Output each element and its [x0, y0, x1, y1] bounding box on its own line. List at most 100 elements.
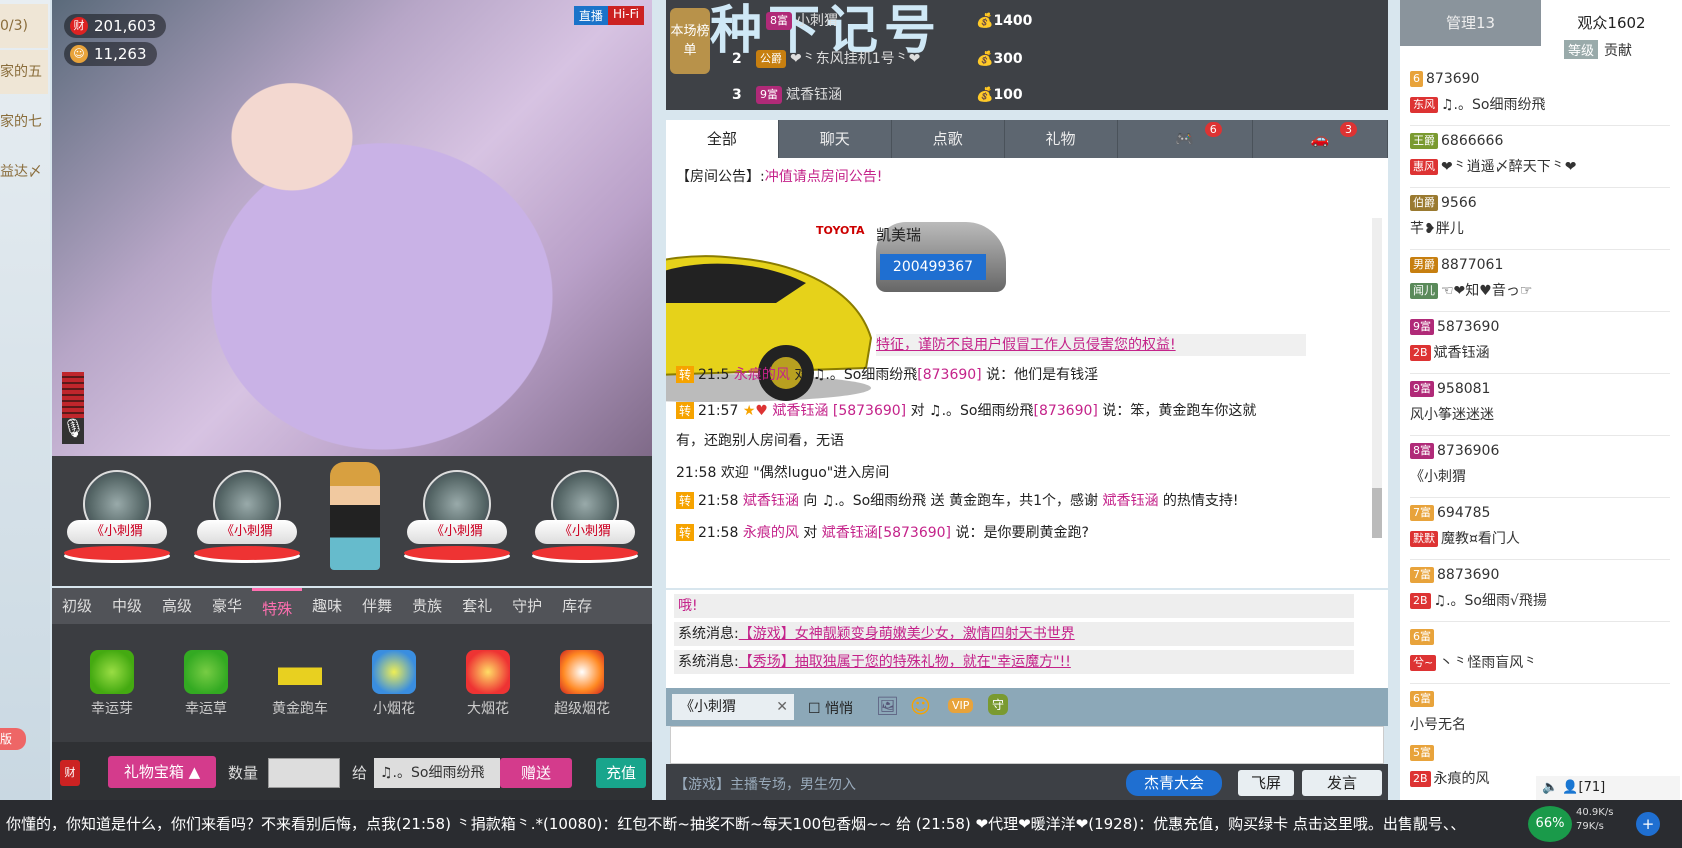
msg-user[interactable]: 斌香钰涵 — [1102, 493, 1158, 509]
announce-link[interactable]: 冲值请点房间公告! — [765, 169, 883, 185]
gift-tab[interactable]: 套礼 — [452, 588, 502, 624]
msg-id[interactable]: [5873690] — [833, 403, 906, 419]
gift-item[interactable]: 小烟花 — [354, 650, 434, 718]
msg-user[interactable]: 斌香钰涵 — [822, 525, 878, 541]
gift-item[interactable]: 幸运芽 — [72, 650, 152, 718]
sort-level[interactable]: 等级 — [1564, 40, 1599, 59]
msg-user[interactable]: 斌香钰涵 — [772, 403, 828, 419]
chat-panel[interactable]: 【房间公告】:冲值请点房间公告! TOYOTA 凯美瑞 200499367 特征… — [666, 158, 1388, 588]
rank-row[interactable]: 3 9富 斌香钰涵 💰100 — [732, 80, 1032, 110]
sofa-seat[interactable]: 《小刺猬 — [402, 470, 512, 570]
scrollbar-thumb[interactable] — [1372, 488, 1382, 538]
gift-item[interactable]: 黄金跑车 — [260, 650, 340, 718]
event-button[interactable]: 杰青大会 — [1126, 770, 1222, 796]
chat-message: 转 21:57 ★♥ 斌香钰涵 [5873690] 对 ♫.。So细雨纷飛[873… — [676, 400, 1256, 420]
image-icon[interactable]: 🖼 — [876, 696, 899, 717]
gift-tab[interactable]: 库存 — [552, 588, 602, 624]
version-tag[interactable]: 版 — [0, 728, 26, 750]
msg-id[interactable]: [5873690] — [878, 525, 951, 541]
gift-tab[interactable]: 守护 — [502, 588, 552, 624]
sofa-seat[interactable]: 《小刺猬 — [192, 470, 302, 570]
msg-time: 21:5 — [698, 367, 730, 383]
user-row[interactable]: 男爵 8877061 闻儿 ☜❤知♥音っ☞ — [1410, 252, 1670, 312]
msg-id[interactable]: [873690] — [1034, 403, 1098, 419]
quantity-input[interactable] — [268, 758, 340, 788]
chat-input[interactable] — [670, 726, 1384, 764]
tab-all[interactable]: 全部 — [666, 120, 779, 158]
sofa-seat[interactable]: 《小刺猬 — [530, 470, 640, 570]
speaker-icon[interactable]: 🔈 — [1542, 780, 1558, 795]
forward-icon[interactable]: 转 — [676, 402, 695, 419]
sort-contribution[interactable]: 贡献 — [1604, 40, 1632, 60]
msg-id[interactable]: [873690] — [917, 367, 981, 383]
gift-tab[interactable]: 伴舞 — [352, 588, 402, 624]
left-item[interactable]: 0/3) — [0, 4, 48, 48]
seat-name: 《小刺猬 — [67, 520, 167, 544]
tab-song[interactable]: 点歌 — [892, 120, 1005, 158]
gold-car-icon — [278, 650, 322, 694]
tab-chat[interactable]: 聊天 — [779, 120, 892, 158]
chat-scrollbar[interactable] — [1372, 218, 1382, 538]
mic-icon[interactable]: 🎙 — [62, 418, 85, 444]
sofa-seat[interactable]: 《小刺猬 — [62, 470, 172, 570]
left-item[interactable]: 家的七 — [0, 100, 48, 144]
send-message-button[interactable]: 发言 — [1302, 770, 1382, 796]
forward-icon[interactable]: 转 — [676, 524, 695, 541]
gift-item[interactable]: 大烟花 — [448, 650, 528, 718]
rank-gold-value: 100 — [993, 87, 1023, 103]
sys-link[interactable]: 【秀场】抽取独属于您的特殊礼物，就在"幸运魔方"!! — [739, 654, 1071, 670]
send-gift-button[interactable]: 赠送 — [500, 758, 572, 788]
rank-row[interactable]: 8富 小刺猬 💰1400 — [766, 6, 1066, 36]
msg-user[interactable]: 斌香钰涵 — [743, 493, 799, 509]
gift-tab[interactable]: 中级 — [102, 588, 152, 624]
gift-tab[interactable]: 高级 — [152, 588, 202, 624]
tab-game[interactable]: 🎮 6 — [1118, 120, 1253, 158]
gift-tab[interactable]: 初级 — [52, 588, 102, 624]
tab-admin[interactable]: 管理13 — [1400, 0, 1541, 46]
emoji-icon[interactable]: ☺ — [910, 694, 931, 718]
gift-tab[interactable]: 贵族 — [402, 588, 452, 624]
gift-grid: 幸运芽 幸运草 黄金跑车 小烟花 大烟花 超级烟花 — [52, 624, 652, 742]
tab-car[interactable]: 🚗 3 — [1253, 120, 1388, 158]
fly-screen-button[interactable]: 飞屏 — [1238, 770, 1294, 796]
user-row[interactable]: 9富 5873690 2B 斌香钰涵 — [1410, 314, 1670, 374]
msg-user[interactable]: 永痕的风 — [734, 367, 790, 383]
gift-box-button[interactable]: 礼物宝箱 ▲ — [108, 756, 216, 788]
gift-item[interactable]: 幸运草 — [166, 650, 246, 718]
promo-text[interactable]: 【游戏】主播专场，男生勿入 — [674, 774, 856, 794]
user-row[interactable]: 7富 694785 默默 魔教¤看门人 — [1410, 500, 1670, 560]
forward-icon[interactable]: 转 — [676, 366, 695, 383]
vip-icon[interactable]: VIP — [948, 698, 974, 713]
car-user-id[interactable]: 200499367 — [880, 254, 986, 280]
gift-item[interactable]: 超级烟花 — [542, 650, 622, 718]
recharge-button[interactable]: 充值 — [596, 758, 646, 788]
tab-gift[interactable]: 礼物 — [1005, 120, 1118, 158]
gift-tab-active[interactable]: 特殊 — [252, 588, 303, 624]
user-row[interactable]: 8富 8736906 《小刺猬 — [1410, 438, 1670, 498]
forward-icon[interactable]: 转 — [676, 492, 695, 509]
plus-icon[interactable]: + — [1636, 812, 1660, 836]
user-row[interactable]: 7富 8873690 2B ♫.。So细雨√飛揚 — [1410, 562, 1670, 622]
rank-row[interactable]: 2 公爵 ❤⺀东风挂机1号⺀❤ 💰300 — [732, 44, 1032, 74]
msg-user[interactable]: 永痕的风 — [743, 525, 799, 541]
recipient-select[interactable]: ♫.。So细雨纷飛 — [374, 758, 500, 788]
gift-tab[interactable]: 豪华 — [202, 588, 252, 624]
left-item[interactable]: 家的五 — [0, 50, 48, 94]
user-row[interactable]: 6 873690 东风 ♫.。So细雨纷飛 — [1410, 66, 1670, 126]
user-row[interactable]: 王爵 6866666 惠风 ❤⺀逍遥〆醉天下⺀❤ — [1410, 128, 1670, 188]
quiet-checkbox[interactable]: ☐ 悄悄 — [808, 698, 853, 718]
sys-link[interactable]: 【游戏】女神靓颖变身萌嫩美少女，激情四射天书世界 — [739, 626, 1075, 642]
news-ticker[interactable]: 你懂的，你知道是什么，你们来看吗？不来看别后悔，点我(21:58) ⺀捐款箱⺀.… — [0, 800, 1682, 848]
gift-tab[interactable]: 趣味 — [302, 588, 352, 624]
gift-category-tabs: 初级 中级 高级 豪华 特殊 趣味 伴舞 贵族 套礼 守护 库存 — [52, 588, 652, 624]
user-row[interactable]: 6富 小号无名 — [1410, 686, 1670, 736]
user-row[interactable]: 伯爵 9566 芊❥胖儿 — [1410, 190, 1670, 250]
user-row[interactable]: 6富 兮~ 丶⺀怪雨盲风⺀ — [1410, 624, 1670, 684]
guard-icon[interactable]: 守 — [988, 694, 1009, 715]
close-icon[interactable]: ✕ — [776, 694, 788, 720]
chat-target-select[interactable]: 《小刺猬 ✕ — [672, 694, 794, 720]
safety-warning[interactable]: 特征，谨防不良用户假冒工作人员侵害您的权益! — [876, 334, 1306, 356]
video-player[interactable]: 财 201,603 ☺ 11,263 直播 Hi-Fi — [52, 0, 652, 456]
user-row[interactable]: 9富 958081 风小筝迷迷迷 — [1410, 376, 1670, 436]
left-item[interactable]: 益达〆 — [0, 150, 48, 194]
